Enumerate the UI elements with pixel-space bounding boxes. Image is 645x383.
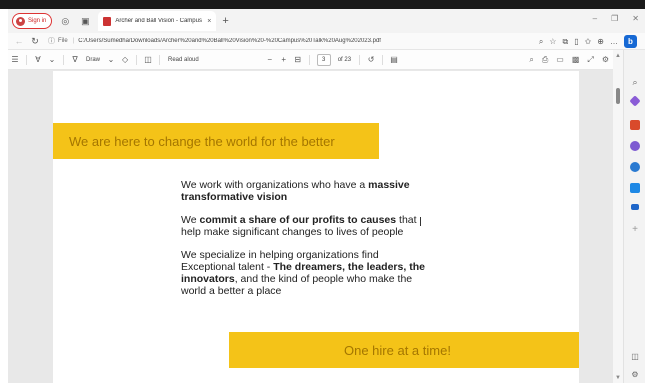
- url-field[interactable]: ⓘ File | C:/Users/Sumedha/Downloads/Arch…: [48, 35, 428, 48]
- browser-window: Sign in ◎ ▣ Archer and Ball Vision - Cam…: [0, 0, 645, 383]
- find-icon[interactable]: ⌕: [529, 55, 533, 65]
- restore-button[interactable]: ❐: [611, 14, 618, 23]
- toolbar-divider: [159, 54, 161, 65]
- paragraph-2: We commit a share of our profits to caus…: [181, 214, 417, 238]
- draw-button-label[interactable]: Draw: [86, 57, 100, 63]
- scroll-thumb[interactable]: [616, 88, 620, 104]
- page-total-label: of 23: [337, 56, 352, 63]
- pdf-file-icon: [103, 16, 112, 26]
- refresh-icon[interactable]: ↻: [28, 36, 42, 47]
- office-icon[interactable]: [630, 162, 640, 172]
- save-icon[interactable]: ▭: [556, 55, 564, 65]
- window-controls: – ❐ ✕: [593, 14, 639, 23]
- hide-sidebar-icon[interactable]: ◫: [630, 352, 640, 362]
- add-icon[interactable]: +: [630, 225, 640, 235]
- sign-in-label: Sign in: [28, 18, 47, 24]
- zoom-icon[interactable]: ⌕: [539, 37, 543, 47]
- address-bar-actions: ⌕ ☆ ⧉ ▯ ✩ ⊕ … b: [539, 35, 637, 48]
- expand-icon[interactable]: ⤢: [587, 55, 593, 65]
- vertical-scrollbar[interactable]: ▲ ▼: [613, 50, 623, 383]
- sidebar-settings-icon[interactable]: ⚙: [630, 370, 640, 380]
- fit-page-icon[interactable]: ⊟: [291, 55, 305, 64]
- pdf-settings-icon[interactable]: ⚙: [602, 55, 609, 65]
- read-aloud-button[interactable]: Read aloud: [168, 57, 199, 63]
- split-screen-icon[interactable]: ⧉: [562, 37, 568, 47]
- close-window-button[interactable]: ✕: [632, 14, 639, 23]
- back-icon[interactable]: ←: [12, 36, 26, 46]
- minimize-button[interactable]: –: [593, 14, 597, 23]
- bing-chat-icon[interactable]: b: [624, 35, 637, 48]
- workspaces-icon[interactable]: ◎: [58, 14, 72, 28]
- people-icon[interactable]: [630, 141, 640, 151]
- draw-dropdown-icon[interactable]: ⌄: [104, 55, 118, 64]
- scroll-down-icon[interactable]: ▼: [615, 375, 621, 381]
- sidebar-toggle-icon[interactable]: ▯: [574, 37, 578, 46]
- tag-icon[interactable]: [629, 95, 641, 107]
- erase-icon[interactable]: ◇: [118, 55, 132, 64]
- toolbar-divider: [26, 54, 27, 65]
- text-icon[interactable]: ◫: [141, 55, 155, 64]
- rotate-icon[interactable]: ↺: [364, 55, 378, 64]
- toolbar-divider: [136, 54, 138, 65]
- pdf-toolbar: ☰ ∀ ⌄ ∇ Draw ⌄ ◇ ◫ Read aloud − + ⊟ 3 of…: [8, 50, 613, 70]
- favorite-star-icon[interactable]: ☆: [549, 37, 556, 46]
- screen-top-border: [0, 0, 645, 9]
- tab-strip: Sign in ◎ ▣ Archer and Ball Vision - Cam…: [8, 9, 645, 33]
- body-text: We work with organizations who have a ma…: [181, 179, 431, 308]
- toolbox-icon[interactable]: [630, 120, 640, 130]
- zoom-in-button[interactable]: +: [277, 55, 291, 64]
- info-icon[interactable]: ⓘ: [48, 36, 55, 46]
- url-text: C:/Users/Sumedha/Downloads/Archer%20and%…: [78, 38, 381, 44]
- tab-active[interactable]: Archer and Ball Vision - Campus ×: [98, 11, 217, 31]
- banner-bottom: One hire at a time!: [229, 332, 579, 368]
- banner-top: We are here to change the world for the …: [53, 123, 379, 159]
- text-cursor: [420, 217, 421, 226]
- toolbar-divider: [308, 54, 310, 65]
- address-bar-row: ← ↻ ⓘ File | C:/Users/Sumedha/Downloads/…: [8, 33, 645, 50]
- sign-in-button[interactable]: Sign in: [12, 13, 53, 29]
- favorites-icon[interactable]: ✩: [585, 37, 592, 46]
- toolbar-divider: [359, 54, 361, 65]
- page-number-input[interactable]: 3: [316, 53, 331, 66]
- scroll-up-icon[interactable]: ▲: [615, 53, 621, 59]
- edge-sidebar: ⌕ + ◫ ⚙: [623, 50, 645, 383]
- paragraph-3: We specialize in helping organizations f…: [181, 249, 425, 297]
- paragraph-1: We work with organizations who have a ma…: [181, 179, 410, 203]
- pdf-page: We are here to change the world for the …: [53, 71, 579, 383]
- zoom-out-button[interactable]: −: [263, 55, 277, 64]
- toolbar-divider: [382, 54, 384, 65]
- search-icon[interactable]: ⌕: [630, 77, 640, 87]
- pdf-toolbar-right: ⌕ ⎙ ▭ ▩ ⤢ ⚙: [529, 55, 609, 65]
- tab-actions-icon[interactable]: ▣: [78, 14, 92, 28]
- tab-title: Archer and Ball Vision - Campus: [115, 18, 202, 24]
- outlook-icon[interactable]: [630, 183, 640, 193]
- more-options-icon[interactable]: …: [610, 37, 618, 46]
- tab-close-icon[interactable]: ×: [207, 18, 211, 25]
- profile-avatar-icon: [16, 16, 25, 26]
- new-tab-button[interactable]: +: [222, 15, 228, 27]
- save-as-icon[interactable]: ▩: [572, 55, 580, 65]
- highlight-dropdown-icon[interactable]: ⌄: [45, 55, 59, 64]
- collections-icon[interactable]: ⊕: [597, 37, 604, 46]
- page-view-icon[interactable]: ▤: [387, 55, 401, 64]
- send-icon[interactable]: [631, 204, 639, 210]
- toolbar-divider: [63, 54, 64, 65]
- url-divider: |: [72, 38, 75, 44]
- draw-icon[interactable]: ∇: [68, 55, 82, 64]
- contents-icon[interactable]: ☰: [8, 55, 22, 64]
- highlight-icon[interactable]: ∀: [31, 55, 45, 64]
- print-icon[interactable]: ⎙: [542, 55, 548, 65]
- url-scheme-label: File: [58, 38, 68, 44]
